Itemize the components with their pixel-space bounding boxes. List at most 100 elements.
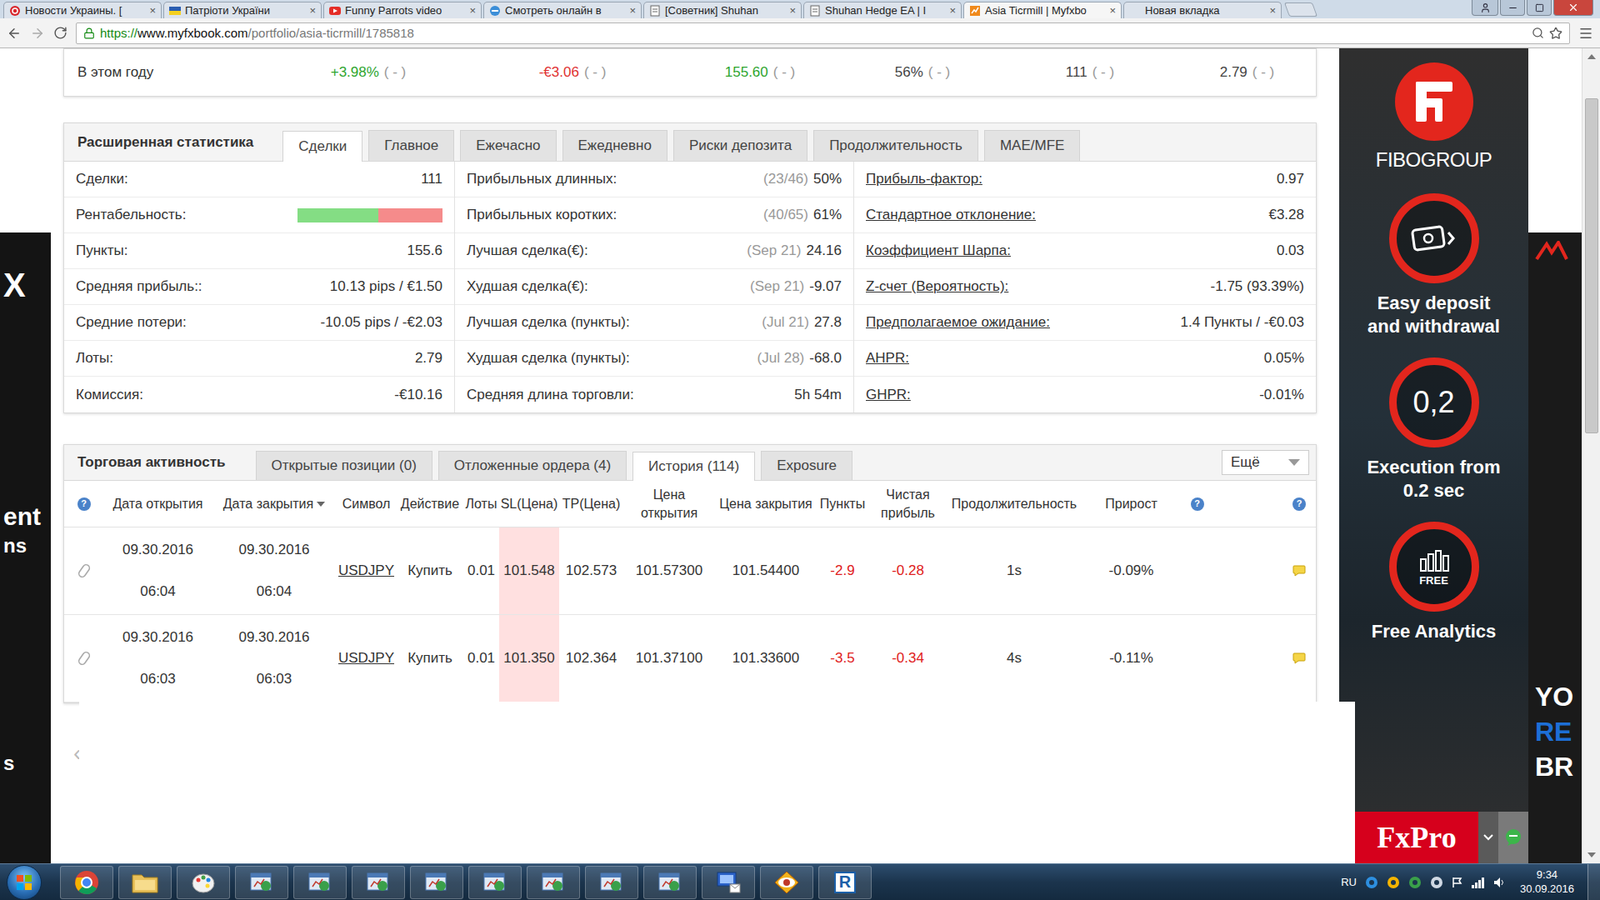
symbol-link[interactable]: USDJPY [338,650,395,667]
comment-icon[interactable] [1292,565,1306,577]
stat-label[interactable]: AHPR: [865,350,910,367]
taskbar-app[interactable] [701,865,755,900]
column-header[interactable]: Продолжительность [947,495,1081,514]
show-desktop-button[interactable] [1587,864,1600,900]
tab[interactable]: Продолжительность [813,130,979,161]
forward-icon[interactable] [30,25,45,41]
tab[interactable]: MAE/MFE [984,130,1080,161]
taskbar-app[interactable] [468,865,522,900]
scroll-thumb[interactable] [1585,98,1599,434]
tab[interactable]: История (114) [632,451,755,481]
attachment-icon[interactable] [76,562,92,580]
tab[interactable]: Ежедневно [562,130,668,161]
collapse-ad-button[interactable] [1478,811,1499,864]
column-header[interactable]: Цена закрытия [715,495,817,514]
column-header[interactable]: Цена открытия [623,485,715,522]
table-row[interactable]: 09.30.201606:0409.30.201606:04USDJPYКупи… [64,527,1316,615]
chat-button[interactable] [1498,811,1529,864]
left-ad-banner[interactable]: Xentnss [0,232,51,864]
browser-tab[interactable]: Shuhan Hedge EA | I× [803,1,962,19]
url-text[interactable]: https://www.myfxbook.com/portfolio/asia-… [100,25,1527,40]
tab-close[interactable]: × [949,5,956,16]
taskbar-app[interactable] [176,865,230,900]
column-header[interactable]: Прирост [1080,495,1182,514]
taskbar-app[interactable] [410,865,464,900]
right-ad[interactable]: FIBOGROUPEasy deposit and withdrawal0,2E… [1339,48,1529,864]
reload-icon[interactable] [53,25,68,40]
tab[interactable]: Риски депозита [673,130,808,161]
help-icon[interactable]: ? [1190,497,1205,511]
column-header[interactable]: Дата открытия [103,495,213,514]
back-icon[interactable] [6,25,22,41]
column-header[interactable]: Действие [396,495,464,514]
stat-label[interactable]: Z-счет (Вероятность): [865,278,1009,295]
column-header[interactable]: ? [1212,497,1316,511]
column-header[interactable]: Лоты [463,495,500,514]
bookmark-star-icon[interactable] [1549,26,1563,40]
stat-label[interactable]: GHPR: [865,386,911,404]
taskbar-app[interactable] [526,865,580,900]
browser-tab[interactable]: Смотреть онлайн в× [483,1,642,19]
new-tab-button[interactable] [1284,2,1318,17]
tab-close[interactable]: × [309,5,316,16]
scroll-arrow-icon[interactable] [1587,54,1596,60]
taskbar-app[interactable]: R [818,865,872,900]
tab[interactable]: Ежечасно [460,130,556,161]
taskbar-app[interactable] [643,865,697,900]
tab[interactable]: Отложенные ордера (4) [438,450,627,480]
url-field[interactable]: https://www.myfxbook.com/portfolio/asia-… [75,22,1570,45]
language-indicator[interactable]: RU [1340,875,1357,889]
tab-close[interactable]: × [789,5,796,16]
zoom-icon[interactable] [1531,26,1545,40]
attachment-icon[interactable] [76,650,92,667]
browser-tab[interactable]: Патріоти України× [163,1,322,19]
stat-label[interactable]: Стандартное отклонение: [865,206,1036,224]
taskbar-app[interactable] [293,865,347,900]
tab[interactable]: Exposure [760,450,853,480]
column-header[interactable]: ? [64,497,104,511]
stat-label[interactable]: Коэффициент Шарпа: [865,242,1011,260]
tab-close[interactable]: × [1109,5,1116,16]
taskbar-app[interactable] [235,865,289,900]
menu-icon[interactable] [1578,25,1594,41]
clock[interactable]: 9:3430.09.2016 [1515,868,1580,897]
column-header[interactable]: Пункты [816,495,869,514]
column-header[interactable]: Чистая прибыль [868,485,948,522]
help-icon[interactable]: ? [1292,497,1306,511]
scrollbar[interactable] [1581,48,1600,864]
tab[interactable]: Сделки [282,130,363,162]
taskbar-app[interactable] [60,865,114,900]
table-row[interactable]: 09.30.201606:0309.30.201606:03USDJPYКупи… [64,615,1316,703]
tab[interactable]: Открытые позиции (0) [255,450,433,480]
far-right-banner[interactable]: YOREBR [1528,232,1582,864]
browser-tab[interactable]: Новая вкладка× [1123,1,1282,19]
stat-label[interactable]: Прибыль-фактор: [865,170,983,188]
more-dropdown[interactable]: Ещё [1221,450,1310,475]
stat-label[interactable]: Предполагаемое ожидание: [865,314,1050,331]
browser-tab[interactable]: Funny Parrots video× [323,1,482,19]
column-header[interactable]: SL(Цена) [499,495,560,514]
column-header[interactable]: Дата закрытия [212,495,336,514]
taskbar-app[interactable] [585,865,639,900]
tab-close[interactable]: × [629,5,636,16]
tab-close[interactable]: × [149,5,156,16]
taskbar-app[interactable] [351,865,405,900]
minimize-button[interactable] [1500,0,1525,16]
symbol-link[interactable]: USDJPY [338,562,395,580]
column-header[interactable]: Символ [335,495,397,514]
taskbar-app[interactable] [760,865,814,900]
profile-button[interactable] [1471,0,1499,16]
tab[interactable]: Главное [368,130,455,161]
maximize-button[interactable] [1526,0,1552,16]
close-button[interactable] [1553,0,1594,16]
tab-close[interactable]: × [1269,5,1276,16]
taskbar-app[interactable] [118,865,172,900]
start-button[interactable] [6,865,42,900]
column-header[interactable]: ? [1181,497,1213,511]
help-icon[interactable]: ? [77,497,91,511]
browser-tab[interactable]: Asia Ticrmill | Myfxbo× [963,1,1122,19]
browser-tab[interactable]: [Советник] Shuhan× [643,1,802,19]
browser-tab[interactable]: Новости Украины. [× [3,1,162,19]
comment-icon[interactable] [1292,652,1306,665]
tab-close[interactable]: × [469,5,476,16]
